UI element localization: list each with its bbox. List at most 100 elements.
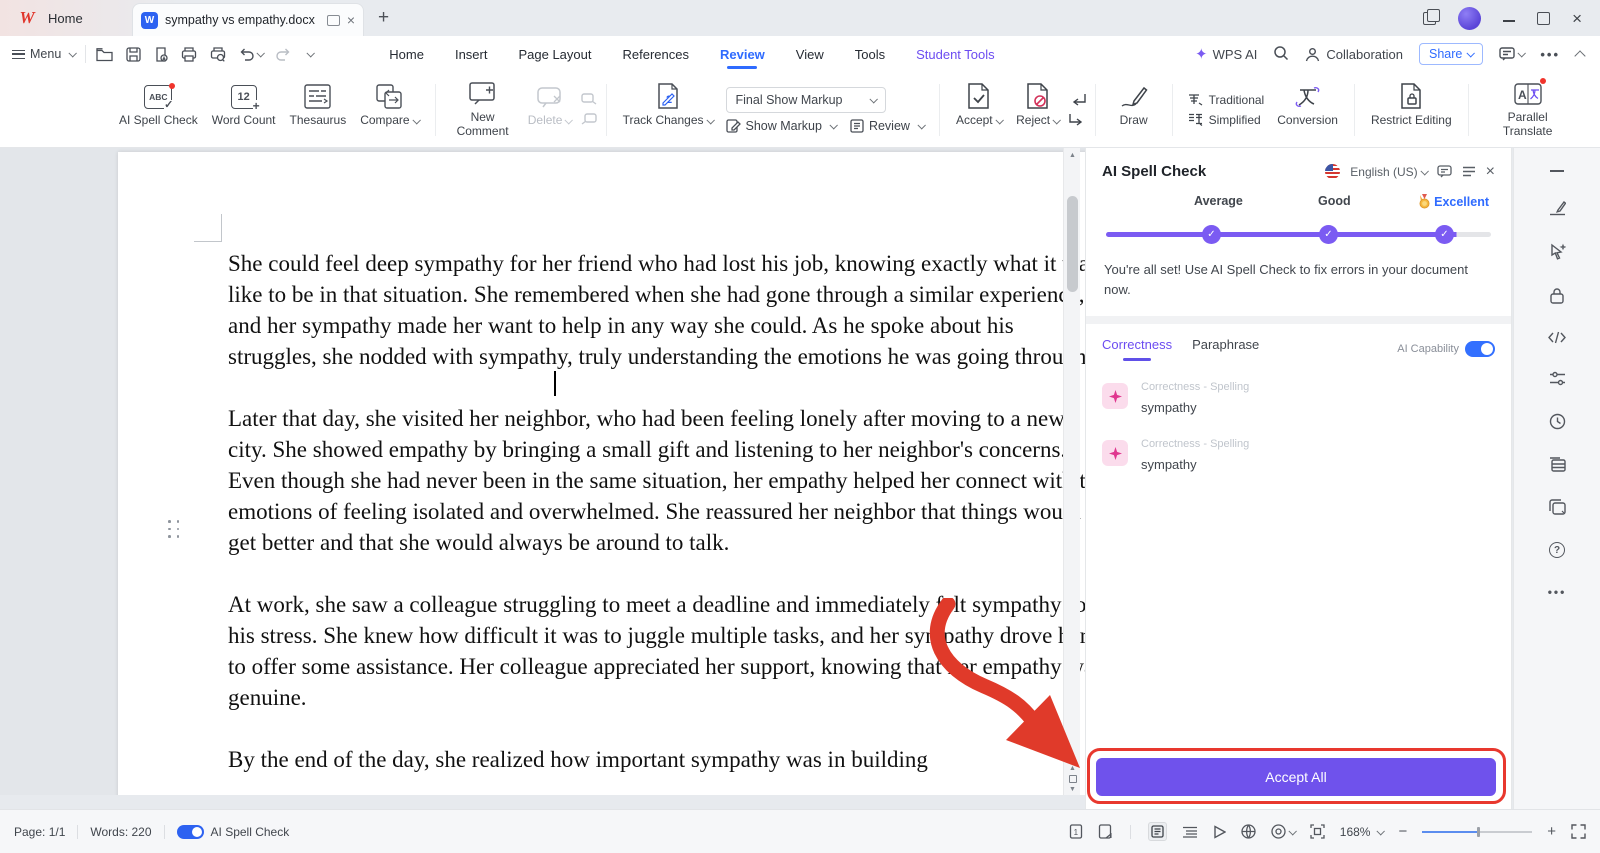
tab-view[interactable]: View (794, 39, 826, 70)
next-page-icon[interactable]: ▼ (1069, 786, 1076, 793)
word-count-button[interactable]: 12 + Word Count (205, 81, 283, 139)
scroll-up-icon[interactable]: ▲ (1064, 148, 1081, 162)
ai-capability-toggle[interactable] (1465, 341, 1495, 358)
conversion-button[interactable]: Conversion (1270, 81, 1345, 139)
zoom-out-button[interactable]: − (1398, 824, 1407, 839)
comment-panel-button[interactable] (1499, 47, 1527, 61)
feedback-icon[interactable] (1437, 165, 1452, 178)
tab-close-icon[interactable]: × (347, 13, 355, 27)
undo-button[interactable] (239, 48, 266, 61)
navigation-pane-icon[interactable] (1549, 457, 1566, 472)
document-tab[interactable]: W sympathy vs empathy.docx × (132, 3, 364, 36)
accept-all-button[interactable]: Accept All (1096, 758, 1496, 796)
page-flip-icon[interactable] (1098, 824, 1113, 839)
lock-icon[interactable] (1549, 287, 1565, 304)
outline-view-icon[interactable] (1182, 826, 1198, 838)
help-icon[interactable]: ? (1549, 542, 1565, 558)
zoom-in-button[interactable]: + (1547, 824, 1556, 839)
duplicate-pages-icon[interactable] (1548, 499, 1566, 515)
page-view-icon[interactable]: 1 (1069, 824, 1083, 839)
redo-button[interactable] (276, 48, 291, 61)
new-comment-button[interactable]: New Comment (445, 81, 521, 139)
panel-menu-icon[interactable] (1462, 166, 1476, 177)
code-icon[interactable] (1548, 331, 1566, 344)
reject-button[interactable]: Reject (1009, 81, 1067, 139)
to-traditional-button[interactable]: Traditional (1188, 93, 1264, 107)
compare-button[interactable]: Compare (353, 81, 425, 139)
search-icon[interactable] (1273, 45, 1289, 64)
restrict-editing-button[interactable]: Restrict Editing (1364, 81, 1459, 139)
tab-preview-icon[interactable] (326, 14, 340, 26)
panel-close-icon[interactable]: × (1486, 163, 1495, 180)
collapse-ribbon-icon[interactable] (1574, 49, 1586, 62)
to-simplified-button[interactable]: Simplified (1188, 113, 1265, 127)
score-slider[interactable]: ✓ ✓ ✓ (1106, 224, 1491, 244)
suggestion-word[interactable]: sympathy (1141, 400, 1249, 415)
document-area[interactable]: She could feel deep sympathy for her fri… (0, 148, 1085, 795)
tab-correctness[interactable]: Correctness (1102, 337, 1172, 361)
slider-checkpoint-excellent[interactable]: ✓ (1435, 225, 1454, 244)
fullscreen-icon[interactable] (1571, 824, 1586, 839)
zoom-slider[interactable] (1422, 825, 1533, 839)
draw-button[interactable]: Draw (1105, 81, 1163, 139)
print-layout-view-button[interactable] (1147, 822, 1167, 841)
export-pdf-icon[interactable] (154, 46, 168, 62)
layout-mode-icon[interactable] (1423, 8, 1441, 25)
previous-change-icon[interactable] (1069, 93, 1086, 106)
wps-logo-icon[interactable]: W (14, 8, 40, 28)
parallel-translate-button[interactable]: A Parallel Translate (1478, 77, 1578, 139)
minimize-icon[interactable] (1503, 20, 1516, 22)
home-tab[interactable]: Home (40, 0, 109, 36)
show-markup-button[interactable]: Show Markup (725, 119, 838, 133)
open-icon[interactable] (96, 47, 113, 62)
scrollbar-thumb[interactable] (1067, 196, 1078, 292)
tab-tools[interactable]: Tools (853, 39, 887, 70)
zoom-level-control[interactable]: 168% (1340, 825, 1386, 839)
select-tool-icon[interactable] (1549, 243, 1566, 260)
maximize-icon[interactable] (1537, 11, 1551, 25)
ai-spell-check-button[interactable]: ABC ✓ AI Spell Check (112, 81, 205, 139)
history-clock-icon[interactable] (1549, 413, 1566, 430)
tab-home[interactable]: Home (387, 39, 426, 70)
page-indicator[interactable]: Page: 1/1 (14, 825, 65, 839)
print-preview-icon[interactable] (210, 46, 226, 62)
accept-button[interactable]: Accept (949, 81, 1009, 139)
thesaurus-button[interactable]: Thesaurus (283, 81, 354, 139)
next-change-icon[interactable] (1068, 113, 1086, 126)
tab-insert[interactable]: Insert (453, 39, 490, 70)
vertical-scrollbar[interactable]: ▲ ▲ ▼ (1063, 148, 1080, 795)
fit-page-icon[interactable] (1310, 824, 1325, 839)
customize-toolbar-chevron-icon[interactable] (306, 49, 316, 58)
track-changes-button[interactable]: 2 Track Changes (616, 81, 720, 139)
collaboration-button[interactable]: Collaboration (1305, 47, 1403, 62)
read-mode-icon[interactable] (1213, 824, 1226, 839)
eye-protection-button[interactable] (1271, 824, 1297, 839)
edit-pen-icon[interactable] (1549, 199, 1566, 216)
menu-button[interactable]: Menu (12, 47, 78, 61)
user-avatar[interactable] (1458, 6, 1482, 30)
review-mode-button[interactable]: Review (850, 119, 926, 133)
tab-references[interactable]: References (621, 39, 691, 70)
share-button[interactable]: Share (1418, 43, 1484, 65)
document-page[interactable]: She could feel deep sympathy for her fri… (118, 152, 1085, 795)
new-tab-button[interactable]: + (378, 7, 389, 29)
markup-mode-select[interactable]: Final Show Markup (725, 86, 886, 113)
slider-checkpoint-good[interactable]: ✓ (1319, 225, 1338, 244)
web-layout-icon[interactable] (1241, 824, 1256, 839)
settings-sliders-icon[interactable] (1549, 371, 1566, 386)
spell-check-toggle[interactable] (176, 824, 204, 839)
collapse-icon[interactable] (1550, 170, 1564, 172)
paragraph[interactable]: She could feel deep sympathy for her fri… (228, 248, 1085, 372)
select-browse-object-icon[interactable] (1068, 775, 1077, 783)
paragraph[interactable]: By the end of the day, she realized how … (228, 744, 1085, 775)
save-icon[interactable] (126, 46, 141, 62)
previous-page-icon[interactable]: ▲ (1069, 765, 1076, 772)
more-tools-icon[interactable]: ••• (1548, 585, 1567, 599)
tab-student-tools[interactable]: Student Tools (914, 39, 997, 70)
suggestion-word[interactable]: sympathy (1141, 457, 1249, 472)
slider-checkpoint-average[interactable]: ✓ (1202, 225, 1221, 244)
list-item[interactable]: Correctness - Spelling sympathy (1102, 428, 1495, 485)
word-count-indicator[interactable]: Words: 220 (90, 825, 151, 839)
tab-review[interactable]: Review (718, 39, 767, 70)
paragraph[interactable]: At work, she saw a colleague struggling … (228, 589, 1085, 713)
